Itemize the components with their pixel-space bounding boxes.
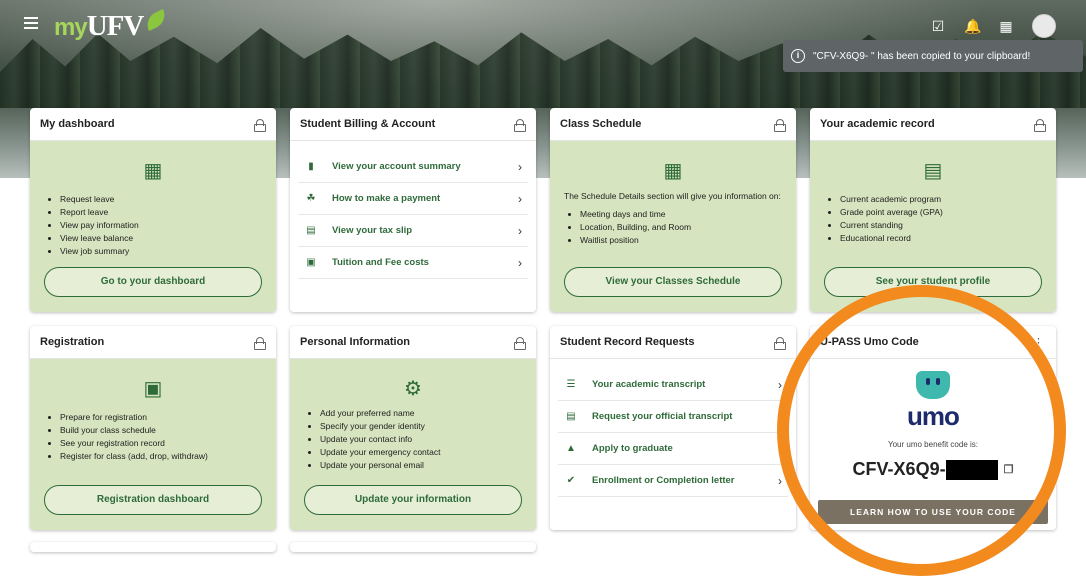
registration-dashboard-button[interactable]: Registration dashboard [44, 485, 262, 515]
myufv-logo[interactable]: myUFV [54, 9, 170, 43]
lock-icon[interactable] [514, 336, 526, 350]
card-student-record-requests: Student Record Requests ☰ Your academic t… [550, 326, 796, 530]
info-icon: i [791, 49, 805, 63]
link-enrollment-letter[interactable]: ✔ Enrollment or Completion letter › [558, 465, 788, 497]
lock-icon[interactable] [254, 118, 266, 132]
dashboard-grid-icon: ▦ [143, 160, 163, 182]
id-card-icon: ▤ [306, 225, 316, 236]
document-icon: ▮ [308, 161, 314, 172]
top-toolbar: ☑ 🔔 ▦ [930, 14, 1056, 38]
link-official-transcript[interactable]: ▤ Request your official transcript › [558, 401, 788, 433]
menu-icon[interactable] [24, 17, 38, 31]
learn-code-button[interactable]: LEARN HOW TO USE YOUR CODE [818, 500, 1048, 524]
card-title: Student Record Requests [560, 336, 695, 348]
printer-icon: ▤ [566, 411, 576, 422]
card-personal-information: Personal Information ⚙ Add your preferre… [290, 326, 536, 530]
card-student-billing: Student Billing & Account ▮ View your acc… [290, 108, 536, 312]
link-account-summary[interactable]: ▮ View your account summary › [298, 151, 528, 183]
card-title: My dashboard [40, 118, 115, 130]
card-title: Registration [40, 336, 105, 348]
calendar-icon: ▦ [663, 160, 683, 182]
lock-icon[interactable] [1034, 118, 1046, 132]
chevron-right-icon: › [518, 159, 522, 174]
apps-grid-icon[interactable]: ▦ [998, 18, 1014, 34]
chevron-right-icon: › [778, 409, 782, 424]
chevron-right-icon: › [518, 223, 522, 238]
schedule-intro: The Schedule Details section will give y… [564, 191, 781, 201]
card-registration: Registration ▣ Prepare for registration … [30, 326, 276, 530]
card-title: Your academic record [820, 118, 935, 130]
kebab-menu-icon[interactable]: ⋮ [1033, 336, 1044, 349]
view-class-schedule-button[interactable]: View your Classes Schedule [564, 267, 782, 297]
umo-benefit-code: CFV-X6Q9- ❐ [852, 459, 1014, 480]
card-academic-record: Your academic record ▤ Current academic … [810, 108, 1056, 312]
card-title: Student Billing & Account [300, 118, 436, 130]
chevron-right-icon: › [778, 441, 782, 456]
umo-subtitle: Your umo benefit code is: [888, 440, 978, 449]
registration-list: Prepare for registration Build your clas… [44, 411, 262, 463]
hand-coin-icon: ☘ [306, 193, 316, 204]
link-tax-slip[interactable]: ▤ View your tax slip › [298, 215, 528, 247]
chevron-right-icon: › [778, 377, 782, 392]
personal-list: Add your preferred name Specify your gen… [304, 407, 522, 472]
student-profile-button[interactable]: See your student profile [824, 267, 1042, 297]
link-tuition-fees[interactable]: ▣ Tuition and Fee costs › [298, 247, 528, 279]
user-gear-icon: ⚙ [404, 378, 422, 400]
card-partial [30, 542, 276, 552]
record-icon: ▤ [923, 160, 943, 182]
card-my-dashboard: My dashboard ▦ Request leave Report leav… [30, 108, 276, 312]
dashboard-list: Request leave Report leave View pay info… [44, 193, 262, 258]
chevron-right-icon: › [518, 191, 522, 206]
link-apply-graduate[interactable]: ▲ Apply to graduate › [558, 433, 788, 465]
card-title: Class Schedule [560, 118, 642, 130]
academic-list: Current academic program Grade point ave… [824, 193, 1042, 245]
lock-icon[interactable] [254, 336, 266, 350]
presenter-icon: ▣ [143, 378, 163, 400]
card-partial [290, 542, 536, 552]
umo-face-icon [916, 371, 950, 399]
leaf-icon [143, 9, 170, 31]
card-title: Personal Information [300, 336, 411, 348]
link-academic-transcript[interactable]: ☰ Your academic transcript › [558, 369, 788, 401]
check-circle-icon: ✔ [566, 475, 576, 486]
go-to-dashboard-button[interactable]: Go to your dashboard [44, 267, 262, 297]
bell-icon[interactable]: 🔔 [964, 18, 981, 34]
copy-icon[interactable]: ❐ [1004, 463, 1014, 476]
update-information-button[interactable]: Update your information [304, 485, 522, 515]
list-icon: ☰ [566, 379, 576, 390]
schedule-list: Meeting days and time Location, Building… [564, 208, 782, 247]
card-class-schedule: Class Schedule ▦ The Schedule Details se… [550, 108, 796, 312]
lock-icon[interactable] [514, 118, 526, 132]
graduation-cap-icon: ▲ [566, 443, 576, 454]
umo-logo: umo [907, 401, 960, 431]
card-upass-umo: U-PASS Umo Code ⋮ umo Your umo benefit co… [810, 326, 1056, 530]
redacted-code [945, 459, 998, 480]
money-icon: ▣ [306, 257, 316, 268]
calendar-check-icon[interactable]: ☑ [930, 18, 946, 34]
chevron-right-icon: › [778, 473, 782, 488]
clipboard-toast: i "CFV-X6Q9- " has been copied to your c… [783, 40, 1083, 72]
avatar[interactable] [1032, 14, 1056, 38]
link-make-payment[interactable]: ☘ How to make a payment › [298, 183, 528, 215]
chevron-right-icon: › [518, 255, 522, 270]
lock-icon[interactable] [774, 336, 786, 350]
toast-message: "CFV-X6Q9- " has been copied to your cli… [813, 50, 1031, 62]
lock-icon[interactable] [774, 118, 786, 132]
card-title: U-PASS Umo Code [820, 336, 919, 348]
